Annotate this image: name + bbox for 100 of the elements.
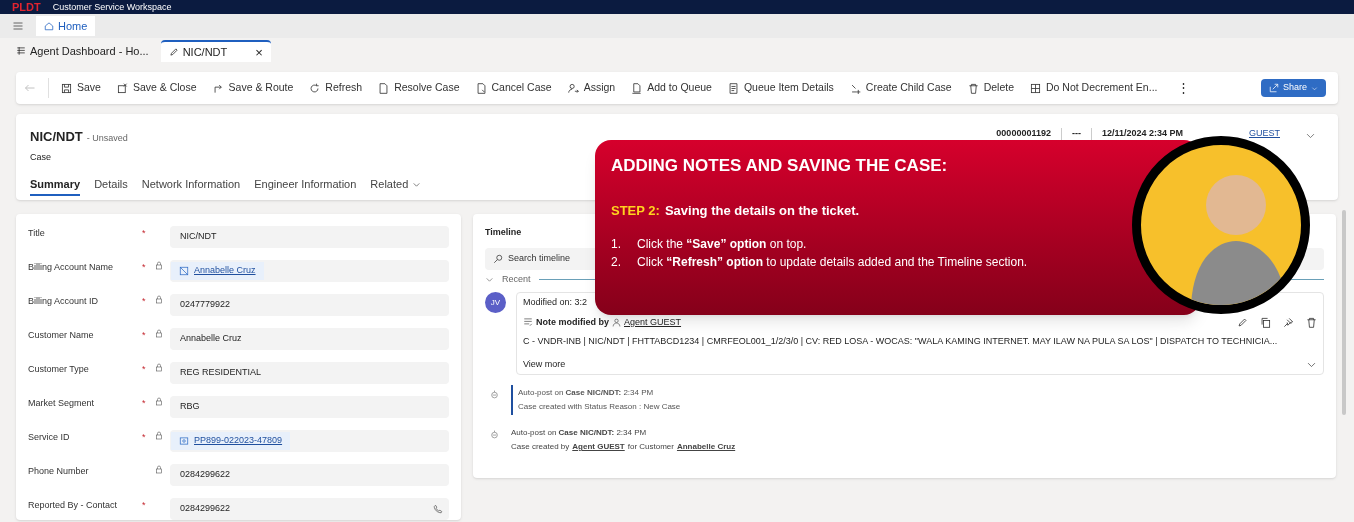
app-title: Customer Service Workspace [52, 2, 172, 12]
field-label: Market Segment [28, 397, 96, 410]
input-field[interactable]: 0284299622 [170, 464, 449, 486]
step-text: Saving the details on the ticket. [664, 201, 860, 220]
document-icon [475, 82, 487, 94]
required-mark: * [142, 363, 146, 376]
header-field-value: 12/11/2024 2:34 PM [1101, 127, 1183, 140]
header-field-value: --- [1071, 127, 1081, 140]
input-field[interactable]: RBG [170, 396, 449, 418]
queue-details-icon [727, 82, 739, 94]
input-field[interactable]: PP899-022023-47809 [170, 430, 449, 452]
toolbar-button[interactable]: Add to Queue [623, 74, 720, 102]
required-mark: * [142, 431, 146, 444]
toolbar-button[interactable]: Delete [959, 74, 1022, 102]
input-field[interactable]: 0284299622 [170, 498, 449, 520]
service-icon [179, 436, 189, 446]
input-field[interactable]: NIC/NDT [170, 226, 449, 248]
lock-icon [155, 431, 163, 440]
note-heading: Note modified by [536, 315, 609, 329]
post-text: Case created with Status Reason : New Case [518, 401, 681, 413]
field-label: Customer Type [28, 363, 90, 376]
field-label: Billing Account ID [28, 295, 100, 308]
post-text: Case created by [511, 441, 570, 453]
required-mark: * [142, 329, 146, 342]
form-tab[interactable]: Summary [30, 174, 81, 196]
search-icon [493, 253, 503, 264]
copy-icon[interactable] [1260, 316, 1271, 328]
home-icon [44, 21, 54, 31]
route-icon [212, 82, 224, 94]
timeline-title: Timeline [485, 226, 523, 239]
grid-icon [1030, 82, 1041, 94]
author-link[interactable]: Agent GUEST [624, 315, 682, 329]
toolbar-button[interactable]: Save [53, 74, 109, 102]
share-icon [1268, 83, 1279, 93]
required-mark: * [142, 295, 146, 308]
field-label: Billing Account Name [28, 261, 115, 274]
input-field[interactable]: 0247779922 [170, 294, 449, 316]
toolbar-button[interactable]: Save & Close [108, 74, 205, 102]
toolbar-button[interactable]: Assign [559, 74, 624, 102]
step-number: 1. [611, 236, 622, 253]
toolbar-button[interactable]: Create Child Case [841, 74, 960, 102]
pencil-icon [168, 47, 179, 57]
required-mark: * [142, 261, 146, 274]
trash-icon[interactable] [1306, 316, 1317, 328]
input-field[interactable]: REG RESIDENTIAL [170, 362, 449, 384]
person-icon [612, 317, 621, 327]
required-mark: * [142, 499, 146, 512]
step-label: STEP 2: [611, 201, 660, 220]
input-field[interactable]: Annabelle Cruz [170, 260, 449, 282]
share-button[interactable]: Share [1260, 79, 1326, 97]
post-link[interactable]: Annabelle Cruz [676, 440, 736, 454]
close-button[interactable]: × [255, 45, 263, 59]
field-label: Reported By - Contact [28, 499, 119, 512]
session-tab[interactable]: Agent Dashboard - Ho... [8, 40, 157, 62]
toolbar-button[interactable]: Do Not Decrement En... [1022, 74, 1166, 102]
required-mark: * [142, 397, 146, 410]
field-label: Service ID [28, 431, 71, 444]
lock-icon [155, 295, 163, 304]
more-button[interactable]: ⋮ [1165, 78, 1203, 98]
save-status: - Unsaved [86, 132, 128, 145]
record-title: NIC/NDT [30, 128, 83, 146]
phone-icon[interactable] [433, 504, 443, 514]
trash-icon [967, 82, 979, 94]
note-text: C - VNDR-INB | NIC/NDT | FHTTABCD1234 | CMRFEOL001_1/2/3/0 | CV: RED LOSA - WOCAS: "WALA KAMING INTERNET. MAY ILAW NA PULA SA LOS" | DISPATCH TO TECHNICIA... [523, 335, 1279, 348]
group-label: Recent [502, 272, 531, 286]
field-label: Phone Number [28, 465, 90, 478]
app-logo: PLDT [12, 1, 41, 13]
lock-icon [155, 363, 163, 372]
form-tab[interactable]: Details [94, 174, 128, 196]
lock-icon [155, 465, 163, 474]
toolbar-button[interactable]: Resolve Case [370, 74, 468, 102]
toolbar-button[interactable]: Save & Route [204, 74, 302, 102]
chevron-down-icon [1311, 84, 1318, 92]
lock-icon [155, 329, 163, 338]
modified-date: Modified on: 3:2 [523, 296, 589, 309]
form-tab[interactable]: Related [370, 174, 422, 196]
menu-icon[interactable] [12, 20, 24, 32]
person-arrow-icon [567, 82, 579, 94]
save-icon [61, 82, 72, 94]
home-tab[interactable]: Home [36, 16, 96, 36]
post-link[interactable]: Agent GUEST [572, 440, 625, 454]
dashboard-icon [16, 46, 26, 56]
session-tab[interactable]: NIC/NDT × [160, 40, 271, 62]
user-avatar: JV [485, 292, 506, 313]
view-more-link[interactable]: View more [523, 357, 566, 371]
edit-icon[interactable] [1237, 316, 1248, 328]
note-icon [523, 317, 533, 328]
lock-icon [155, 261, 163, 270]
input-field[interactable]: Annabelle Cruz [170, 328, 449, 350]
pin-icon[interactable] [1283, 316, 1294, 328]
toolbar-button[interactable]: Refresh [301, 74, 371, 102]
form-tab[interactable]: Engineer Information [254, 174, 357, 196]
post-heading: Auto-post on Case NIC/NDT: 2:34 PM [518, 387, 655, 399]
form-tab[interactable]: Network Information [141, 174, 241, 196]
scrollbar[interactable] [1342, 210, 1346, 415]
toolbar-button[interactable]: Cancel Case [467, 74, 560, 102]
step-number: 2. [611, 254, 622, 271]
field-label: Customer Name [28, 329, 95, 342]
refresh-icon [309, 82, 321, 94]
toolbar-button[interactable]: Queue Item Details [719, 74, 842, 102]
